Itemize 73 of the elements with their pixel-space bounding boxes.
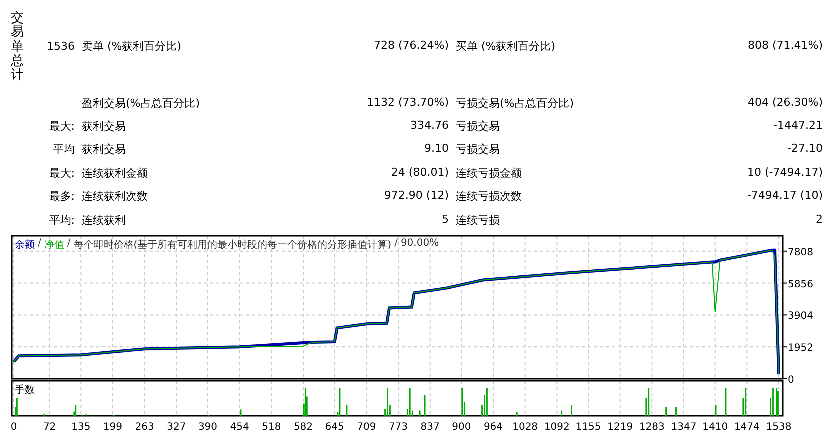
axis-tick-label: 1092 <box>544 422 570 433</box>
axis-tick-label: 5856 <box>788 279 814 290</box>
stat-label: 盈利交易(%占总百分比) <box>82 96 200 111</box>
axis-tick-label: 1283 <box>639 422 665 433</box>
stat-value: 972.90 (12) <box>384 189 449 204</box>
row-prefix: 最大: <box>48 119 75 134</box>
stat-label: 连续亏损 <box>456 212 500 228</box>
legend-separator: / <box>67 238 71 251</box>
axis-tick-label: 3904 <box>788 311 814 322</box>
legend-label: 每个即时价格(基于所有可利用的最小时段的每一个价格的分形插值计算) <box>74 238 392 252</box>
axis-tick-label: 1347 <box>671 422 697 433</box>
axis-tick-label: 263 <box>135 422 154 433</box>
stat-label: 连续获利次数 <box>82 189 148 204</box>
axis-tick-label: 390 <box>198 422 218 433</box>
axis-tick-label: 327 <box>167 422 186 433</box>
axis-tick-label: 645 <box>325 422 344 433</box>
stat-value: 334.76 <box>410 119 449 134</box>
stat-label: 连续获利 <box>82 212 126 228</box>
row-prefix: 1536 <box>46 40 75 54</box>
row-prefix: 最多: <box>48 189 75 204</box>
legend-label: 余额 <box>15 238 35 252</box>
stat-label: 亏损交易 <box>456 119 500 134</box>
legend-separator: / <box>394 238 398 251</box>
stat-label: 连续亏损次数 <box>456 189 522 204</box>
axis-tick-label: 1028 <box>512 422 538 433</box>
stat-label: 获利交易 <box>82 119 126 134</box>
axis-tick-label: 773 <box>388 422 408 433</box>
axis-tick-label: 518 <box>262 422 282 433</box>
axis-tick-label: 0 <box>788 375 794 386</box>
stat-label: 连续亏损金额 <box>456 166 522 181</box>
axis-tick-label: 1474 <box>734 422 760 433</box>
stat-value: 9.10 <box>424 142 449 158</box>
axis-tick-label: 709 <box>357 422 376 433</box>
stat-value: 24 (80.01) <box>391 166 449 181</box>
row-prefix: 平均: <box>48 212 75 228</box>
stat-label: 连续获利金额 <box>82 166 148 181</box>
axis-tick-label: 1410 <box>702 422 728 433</box>
stat-value: 1132 (73.70%) <box>366 96 449 111</box>
stat-value: -27.10 <box>788 142 823 158</box>
legend-label: 净值 <box>44 239 64 252</box>
axis-tick-label: 199 <box>103 422 123 433</box>
axis-tick-label: 1155 <box>576 422 602 433</box>
axis-tick-label: 582 <box>294 422 314 433</box>
stat-label: 获利交易 <box>82 142 126 158</box>
axis-tick-label: 900 <box>452 422 472 433</box>
stat-value: -1447.21 <box>774 119 823 134</box>
axis-tick-label: 1538 <box>766 422 792 433</box>
axis-tick-label: 1952 <box>788 343 814 354</box>
section-label: 交易单总计 <box>11 12 24 86</box>
legend-separator: / <box>38 238 42 251</box>
axis-tick-label: 135 <box>72 422 91 433</box>
quality-label: 90.00% <box>400 238 440 251</box>
stat-label: 亏损交易 <box>456 142 500 158</box>
stat-value: 404 (26.30%) <box>748 96 823 111</box>
stat-label: 亏损交易(%占总百分比) <box>456 96 574 111</box>
axis-tick-label: 964 <box>484 422 504 433</box>
stat-label: 买单 (%获利百分比) <box>456 39 556 54</box>
stat-label: 卖单 (%获利百分比) <box>82 39 182 54</box>
volume-label: 手数 <box>15 384 35 397</box>
axis-tick-label: 0 <box>11 422 18 433</box>
row-prefix: 平均 <box>52 142 75 158</box>
axis-tick-label: 454 <box>230 422 250 433</box>
axis-tick-label: 7808 <box>788 247 814 258</box>
stat-value: 728 (76.24%) <box>374 39 449 54</box>
axis-tick-label: 1219 <box>608 422 634 433</box>
row-prefix: 最大: <box>48 166 75 181</box>
stat-value: 808 (71.41%) <box>748 39 823 54</box>
stat-value: 10 (-7494.17) <box>747 166 823 181</box>
stat-value: -7494.17 (10) <box>747 189 823 204</box>
axis-tick-label: 72 <box>43 422 56 433</box>
stat-value: 2 <box>816 212 823 228</box>
stat-value: 5 <box>442 212 449 228</box>
axis-tick-label: 837 <box>420 422 440 433</box>
